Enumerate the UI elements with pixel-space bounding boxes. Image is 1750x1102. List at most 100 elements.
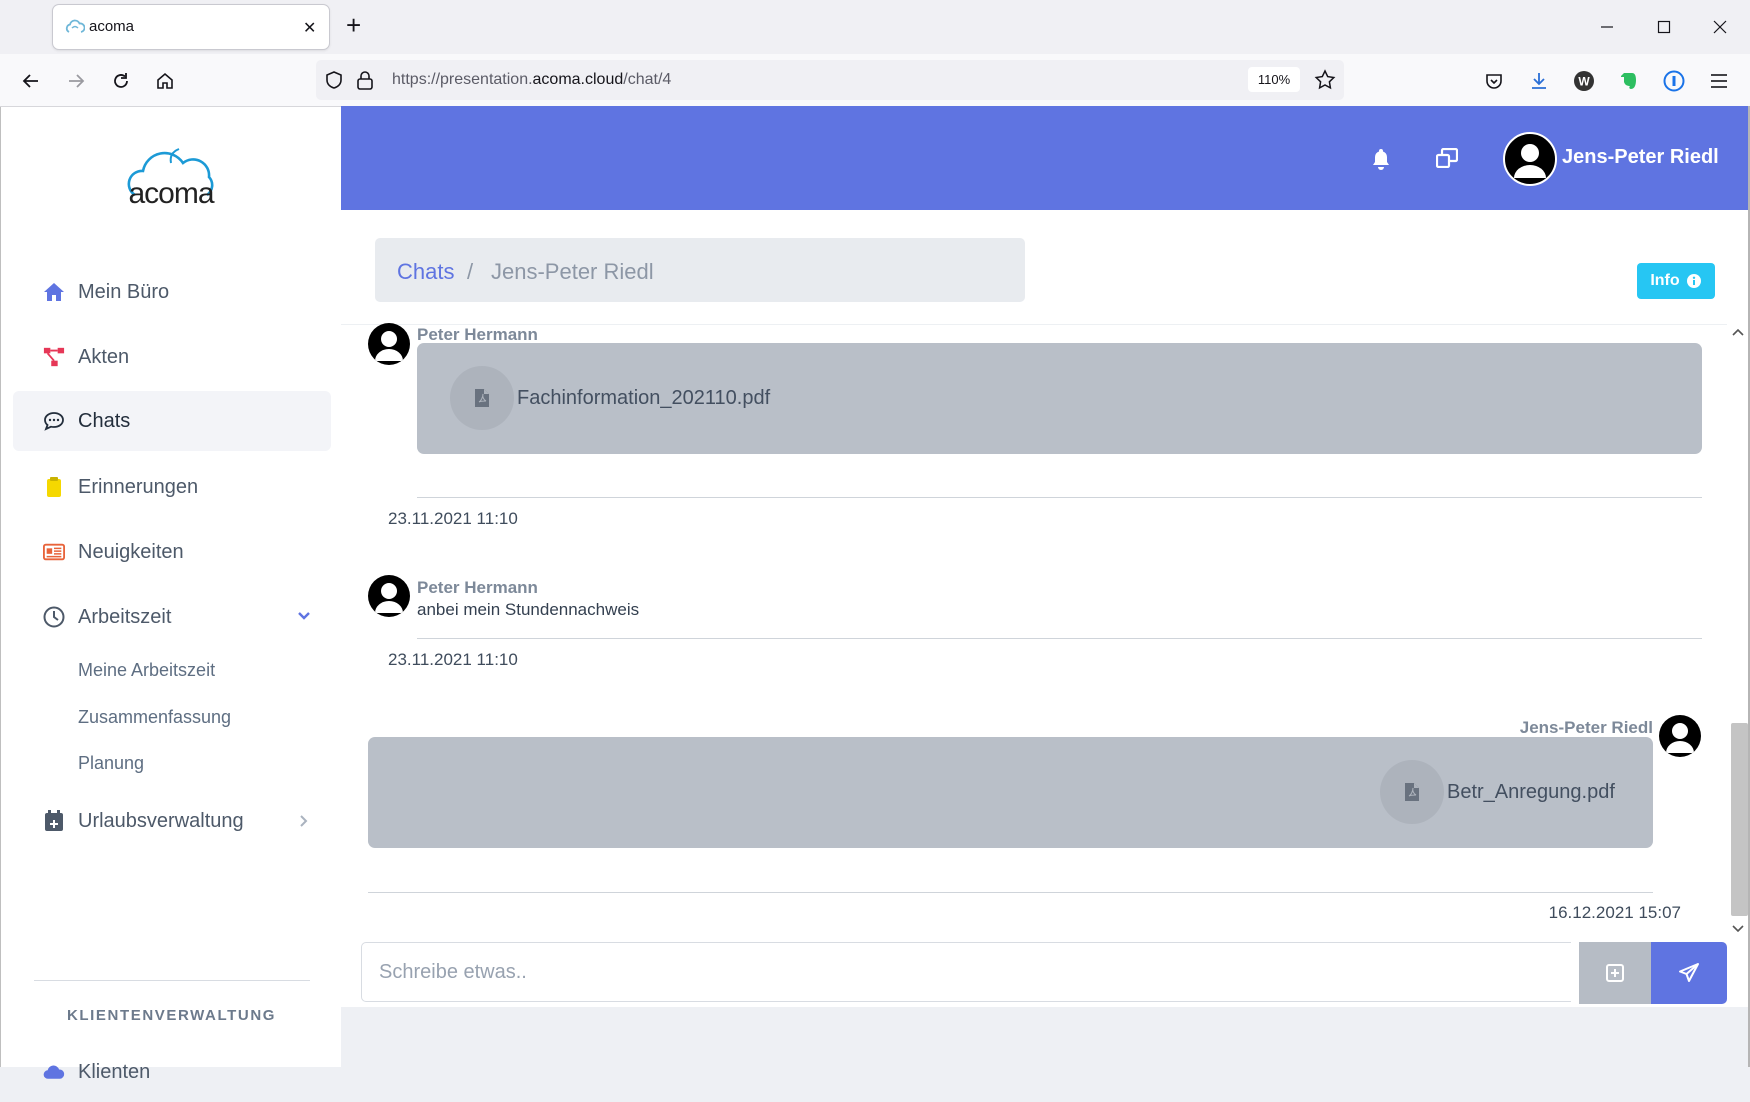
sidebar-subitem-planung[interactable]: Planung [78, 753, 144, 774]
sidebar-item-arbeitszeit[interactable]: Arbeitszeit [13, 587, 331, 647]
tab-title: acoma [89, 18, 135, 35]
message-divider [417, 638, 1702, 639]
breadcrumb-separator: / [467, 259, 474, 284]
home-icon [43, 281, 65, 303]
breadcrumb-current: Jens-Peter Riedl [491, 259, 654, 284]
svg-text:W: W [1578, 75, 1590, 89]
message-composer [361, 942, 1731, 1004]
back-arrow-icon[interactable] [17, 67, 45, 95]
sidebar-item-label: Urlaubsverwaltung [78, 810, 244, 832]
shield-icon[interactable] [324, 70, 344, 90]
plus-square-icon [1605, 963, 1625, 983]
sidebar-item-klienten[interactable]: Klienten [13, 1042, 331, 1102]
browser-titlebar: acoma ✕ + [0, 0, 1750, 54]
chat-icon [43, 410, 65, 432]
page-footer-area [341, 1007, 1750, 1067]
lock-icon[interactable] [356, 70, 374, 90]
scroll-down-icon[interactable] [1732, 925, 1744, 933]
wordpress-extension-icon[interactable]: W [1570, 67, 1598, 95]
file-name: Betr_Anregung.pdf [1447, 781, 1615, 803]
breadcrumb-link-chats[interactable]: Chats [397, 259, 454, 285]
password-manager-icon[interactable] [1660, 67, 1688, 95]
sidebar-item-label: Mein Büro [78, 281, 170, 303]
file-name: Fachinformation_202110.pdf [517, 387, 771, 409]
sidebar-item-akten[interactable]: Akten [13, 327, 331, 387]
download-icon[interactable] [1525, 67, 1553, 95]
message-timestamp: 23.11.2021 11:10 [388, 650, 518, 669]
chat-content: Chats / Jens-Peter Riedl Info Peter Herm… [341, 210, 1750, 1007]
file-attachment[interactable]: Betr_Anregung.pdf [368, 737, 1653, 848]
send-button[interactable] [1651, 942, 1727, 1004]
sidebar-item-urlaubsverwaltung[interactable]: Urlaubsverwaltung [13, 791, 331, 851]
sidebar-item-label: Chats [78, 410, 131, 432]
forward-arrow-icon[interactable] [62, 67, 90, 95]
chat-divider [341, 324, 1750, 325]
sender-avatar [368, 575, 410, 617]
clock-icon [43, 606, 65, 628]
sidebar-subitem-zusammenfassung[interactable]: Zusammenfassung [78, 707, 231, 728]
sidebar-item-label: Arbeitszeit [78, 606, 172, 628]
message-timestamp: 23.11.2021 11:10 [388, 509, 518, 528]
window-restore-icon[interactable] [1436, 148, 1458, 168]
chevron-right-icon [299, 814, 309, 828]
message-divider [368, 892, 1653, 893]
sender-avatar [368, 323, 410, 365]
sidebar-divider [34, 980, 310, 981]
new-tab-button[interactable]: + [346, 12, 361, 38]
maximize-icon[interactable] [1644, 12, 1684, 42]
info-button[interactable]: Info [1637, 263, 1715, 299]
message-divider [417, 497, 1702, 498]
sidebar-subitem-meine-arbeitszeit[interactable]: Meine Arbeitszeit [78, 660, 215, 681]
user-avatar[interactable] [1503, 132, 1557, 186]
message-sender: Peter Hermann [417, 578, 538, 597]
scroll-up-icon[interactable] [1732, 328, 1744, 336]
calendar-plus-icon [43, 810, 65, 832]
pdf-file-icon [1380, 760, 1444, 824]
minimize-icon[interactable] [1587, 12, 1627, 42]
attach-button[interactable] [1579, 942, 1651, 1004]
bell-icon[interactable] [1371, 148, 1391, 170]
paper-plane-icon [1678, 962, 1700, 984]
clipboard-icon [43, 476, 65, 498]
home-browser-icon[interactable] [151, 67, 179, 95]
browser-navbar: https://presentation.acoma.cloud/chat/4 … [0, 54, 1750, 107]
chat-scrollbar[interactable] [1727, 324, 1749, 938]
message-sender: Peter Hermann [417, 325, 538, 344]
acoma-favicon-icon [65, 19, 85, 35]
url-text[interactable]: https://presentation.acoma.cloud/chat/4 [392, 71, 671, 89]
message-sender: Jens-Peter Riedl [1519, 718, 1653, 737]
url-bar[interactable]: https://presentation.acoma.cloud/chat/4 … [316, 60, 1344, 100]
reload-icon[interactable] [107, 67, 135, 95]
sidebar-item-erinnerungen[interactable]: Erinnerungen [13, 457, 331, 517]
newspaper-icon [43, 541, 65, 563]
sidebar-item-mein-buero[interactable]: Mein Büro [13, 262, 331, 322]
sidebar-item-neuigkeiten[interactable]: Neuigkeiten [13, 522, 331, 582]
message-timestamp: 16.12.2021 15:07 [1548, 903, 1681, 922]
pdf-file-icon [450, 366, 514, 430]
sidebar-item-label: Erinnerungen [78, 476, 199, 498]
message-input[interactable] [361, 942, 1571, 1002]
close-window-icon[interactable] [1700, 12, 1740, 42]
bookmark-star-icon[interactable] [1314, 69, 1336, 91]
browser-tab[interactable]: acoma ✕ [53, 5, 329, 49]
header-user-name[interactable]: Jens-Peter Riedl [1562, 146, 1719, 169]
scrollbar-thumb[interactable] [1731, 723, 1748, 916]
sidebar-item-chats[interactable]: Chats [13, 391, 331, 451]
info-circle-icon [1686, 273, 1702, 289]
message-text: anbei mein Stundennachweis [417, 600, 640, 619]
zoom-level-badge[interactable]: 110% [1248, 67, 1300, 92]
section-label: KLIENTENVERWALTUNG [66, 1007, 277, 1024]
svg-text:acoma: acoma [128, 177, 214, 209]
sidebar: acoma Mein Büro Akten Chats Erinnerungen… [0, 107, 342, 1083]
top-header: Jens-Peter Riedl [341, 106, 1750, 210]
menu-hamburger-icon[interactable] [1705, 67, 1733, 95]
evernote-extension-icon[interactable] [1615, 67, 1643, 95]
cloud-icon [43, 1061, 65, 1083]
file-attachment[interactable]: Fachinformation_202110.pdf [417, 343, 1702, 454]
acoma-logo[interactable]: acoma [121, 137, 221, 209]
breadcrumb: Chats / Jens-Peter Riedl [375, 238, 1025, 302]
network-icon [43, 346, 65, 368]
sidebar-item-label: Neuigkeiten [78, 541, 184, 563]
pocket-icon[interactable] [1480, 67, 1508, 95]
tab-close-icon[interactable]: ✕ [303, 18, 316, 38]
